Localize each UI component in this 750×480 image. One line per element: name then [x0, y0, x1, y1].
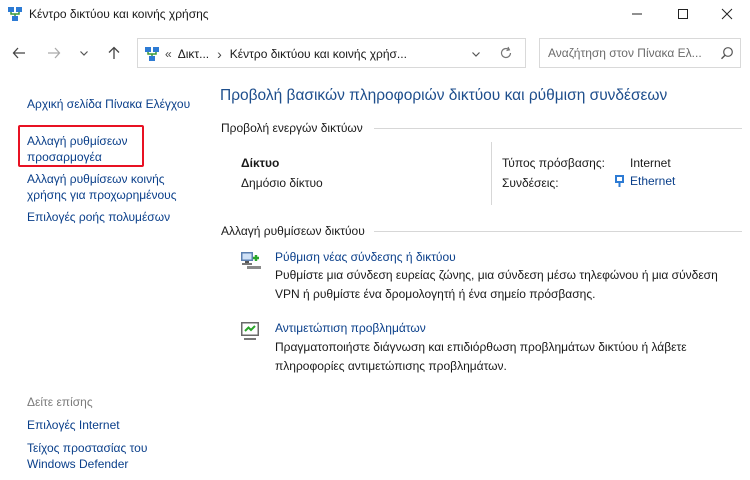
breadcrumb-network-center[interactable]: Κέντρο δικτύου και κοινής χρήσ...	[230, 47, 407, 61]
breadcrumb-separator[interactable]: ›	[217, 46, 222, 62]
setup-description-line: Ρυθμίστε μια σύνδεση ευρείας ζώνης, μια …	[275, 268, 718, 282]
minimize-button[interactable]	[614, 0, 660, 30]
breadcrumb-network[interactable]: Δικτ...	[178, 47, 209, 61]
back-button[interactable]	[8, 43, 30, 65]
search-icon[interactable]	[720, 46, 734, 63]
section-divider	[374, 128, 742, 129]
section-divider	[374, 231, 742, 232]
access-type-value: Internet	[630, 156, 671, 170]
connections-label: Συνδέσεις:	[502, 176, 559, 190]
sidebar-item-label: Windows Defender	[27, 457, 129, 471]
sidebar-item-advanced-sharing-settings[interactable]: Αλλαγή ρυθμίσεων κοινής χρήσης για προχω…	[27, 171, 177, 203]
sidebar-item-label: Αλλαγή ρυθμίσεων κοινής	[27, 172, 165, 186]
active-networks-heading: Προβολή ενεργών δικτύων	[221, 121, 363, 135]
highlight-box	[18, 125, 144, 167]
vertical-divider	[491, 142, 492, 205]
minimize-icon	[631, 8, 643, 23]
sidebar-item-windows-defender-firewall[interactable]: Τείχος προστασίας του Windows Defender	[27, 440, 147, 472]
sidebar-item-media-streaming[interactable]: Επιλογές ροής πολυμέσων	[27, 209, 170, 225]
sidebar-item-label: χρήσης για προχωρημένους	[27, 188, 177, 202]
title-bar: Κέντρο δικτύου και κοινής χρήσης	[0, 0, 750, 30]
network-type: Δημόσιο δίκτυο	[241, 176, 323, 190]
sidebar-item-internet-options[interactable]: Επιλογές Internet	[27, 417, 120, 433]
change-network-settings-heading: Αλλαγή ρυθμίσεων δικτύου	[221, 224, 365, 238]
maximize-button[interactable]	[660, 0, 706, 30]
troubleshoot-description: Πραγματοποιήστε διάγνωση και επιδιόρθωση…	[275, 338, 687, 376]
back-arrow-icon	[12, 46, 26, 63]
up-button[interactable]	[103, 43, 125, 65]
forward-button[interactable]	[43, 43, 65, 65]
network-name: Δίκτυο	[241, 156, 280, 170]
see-also-heading: Δείτε επίσης	[27, 395, 93, 409]
refresh-icon[interactable]	[499, 46, 513, 63]
close-icon	[721, 8, 733, 23]
chevron-down-icon	[79, 47, 89, 61]
setup-description: Ρυθμίστε μια σύνδεση ευρείας ζώνης, μια …	[275, 266, 718, 304]
search-box[interactable]	[539, 38, 741, 68]
troubleshoot-icon	[239, 319, 263, 346]
network-center-icon	[7, 6, 23, 22]
recent-locations-button[interactable]	[73, 43, 95, 65]
troubleshoot-description-line: πληροφορίες αντιμετώπισης προβλημάτων.	[275, 359, 507, 373]
access-type-label: Τύπος πρόσβασης:	[502, 156, 605, 170]
ethernet-connection-link[interactable]: Ethernet	[614, 174, 675, 188]
address-dropdown-button[interactable]	[471, 48, 481, 62]
page-title: Προβολή βασικών πληροφοριών δικτύου και …	[220, 87, 668, 104]
troubleshoot-problems-link[interactable]: Αντιμετώπιση προβλημάτων	[275, 321, 426, 335]
new-connection-icon	[239, 248, 263, 275]
control-panel-icon	[144, 46, 160, 62]
maximize-icon	[677, 8, 689, 23]
ethernet-label: Ethernet	[630, 174, 676, 188]
sidebar-item-control-panel-home[interactable]: Αρχική σελίδα Πίνακα Ελέγχου	[27, 96, 190, 112]
troubleshoot-description-line: Πραγματοποιήστε διάγνωση και επιδιόρθωση…	[275, 340, 687, 354]
window-title: Κέντρο δικτύου και κοινής χρήσης	[29, 7, 209, 21]
up-arrow-icon	[107, 46, 121, 63]
address-bar[interactable]: « Δικτ... › Κέντρο δικτύου και κοινής χρ…	[137, 38, 526, 68]
setup-description-line: VPN ή ρυθμίστε ένα δρομολογητή ή ένα σημ…	[275, 287, 596, 301]
forward-arrow-icon	[47, 46, 61, 63]
address-overflow[interactable]: «	[165, 47, 172, 61]
ethernet-icon	[614, 174, 625, 188]
search-input[interactable]	[548, 40, 718, 66]
sidebar-item-label: Τείχος προστασίας του	[27, 441, 148, 455]
setup-new-connection-link[interactable]: Ρύθμιση νέας σύνδεσης ή δικτύου	[275, 250, 456, 264]
close-button[interactable]	[704, 0, 750, 30]
